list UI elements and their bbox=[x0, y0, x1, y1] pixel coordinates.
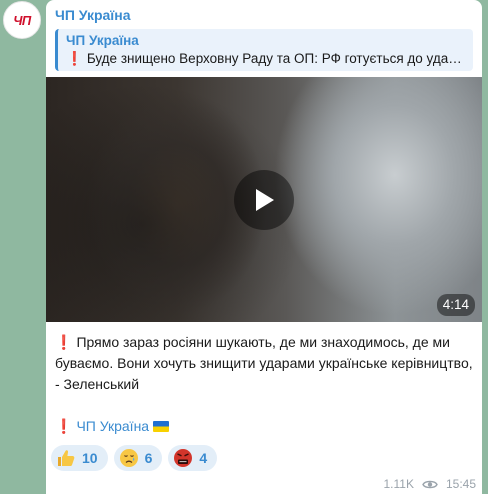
message-bubble: ЧП Україна ЧП Україна ❗ Буде знищено Верх… bbox=[46, 0, 482, 494]
eye-icon bbox=[422, 480, 438, 488]
reactions-bar: 10 6 4 bbox=[51, 445, 218, 471]
reaction-count: 10 bbox=[82, 450, 98, 466]
channel-avatar[interactable]: ЧП bbox=[3, 1, 41, 39]
video-duration: 4:14 bbox=[436, 294, 475, 316]
reaction-thumbs-up[interactable]: 10 bbox=[51, 445, 108, 471]
video-player[interactable]: 4:14 bbox=[46, 77, 482, 322]
exclamation-icon: ❗ bbox=[55, 418, 73, 434]
angry-cursing-face-icon bbox=[173, 448, 193, 468]
reply-title: ЧП Україна bbox=[66, 33, 139, 48]
message-text-content: Прямо зараз росіяни шукають, де ми знахо… bbox=[55, 334, 473, 392]
message-text: ❗ Прямо зараз росіяни шукають, де ми знах… bbox=[55, 332, 475, 395]
channel-link[interactable]: ЧП Україна bbox=[76, 418, 149, 434]
play-icon bbox=[256, 189, 274, 211]
reaction-count: 4 bbox=[199, 450, 208, 466]
crying-face-icon bbox=[119, 448, 139, 468]
message-meta: 1.11K 15:45 bbox=[384, 477, 477, 491]
reaction-count: 6 bbox=[144, 450, 153, 466]
exclamation-icon: ❗ bbox=[55, 334, 73, 350]
ukraine-flag-icon bbox=[153, 421, 170, 432]
channel-name[interactable]: ЧП Україна bbox=[55, 7, 131, 23]
reaction-angry-face[interactable]: 4 bbox=[168, 445, 218, 471]
message-time: 15:45 bbox=[445, 477, 476, 491]
message-signature: ❗ ЧП Україна bbox=[55, 416, 170, 437]
reaction-crying-face[interactable]: 6 bbox=[113, 445, 163, 471]
reply-preview[interactable]: ЧП Україна ❗ Буде знищено Верховну Раду т… bbox=[55, 29, 473, 71]
reply-text: ❗ Буде знищено Верховну Раду та ОП: РФ го… bbox=[66, 49, 465, 68]
exclamation-icon: ❗ bbox=[66, 51, 83, 66]
thumbs-up-icon bbox=[56, 448, 76, 468]
reply-text-content: Буде знищено Верховну Раду та ОП: РФ гот… bbox=[86, 51, 462, 66]
avatar-text: ЧП bbox=[13, 12, 31, 28]
play-button[interactable] bbox=[234, 170, 294, 230]
view-count: 1.11K bbox=[383, 477, 414, 491]
